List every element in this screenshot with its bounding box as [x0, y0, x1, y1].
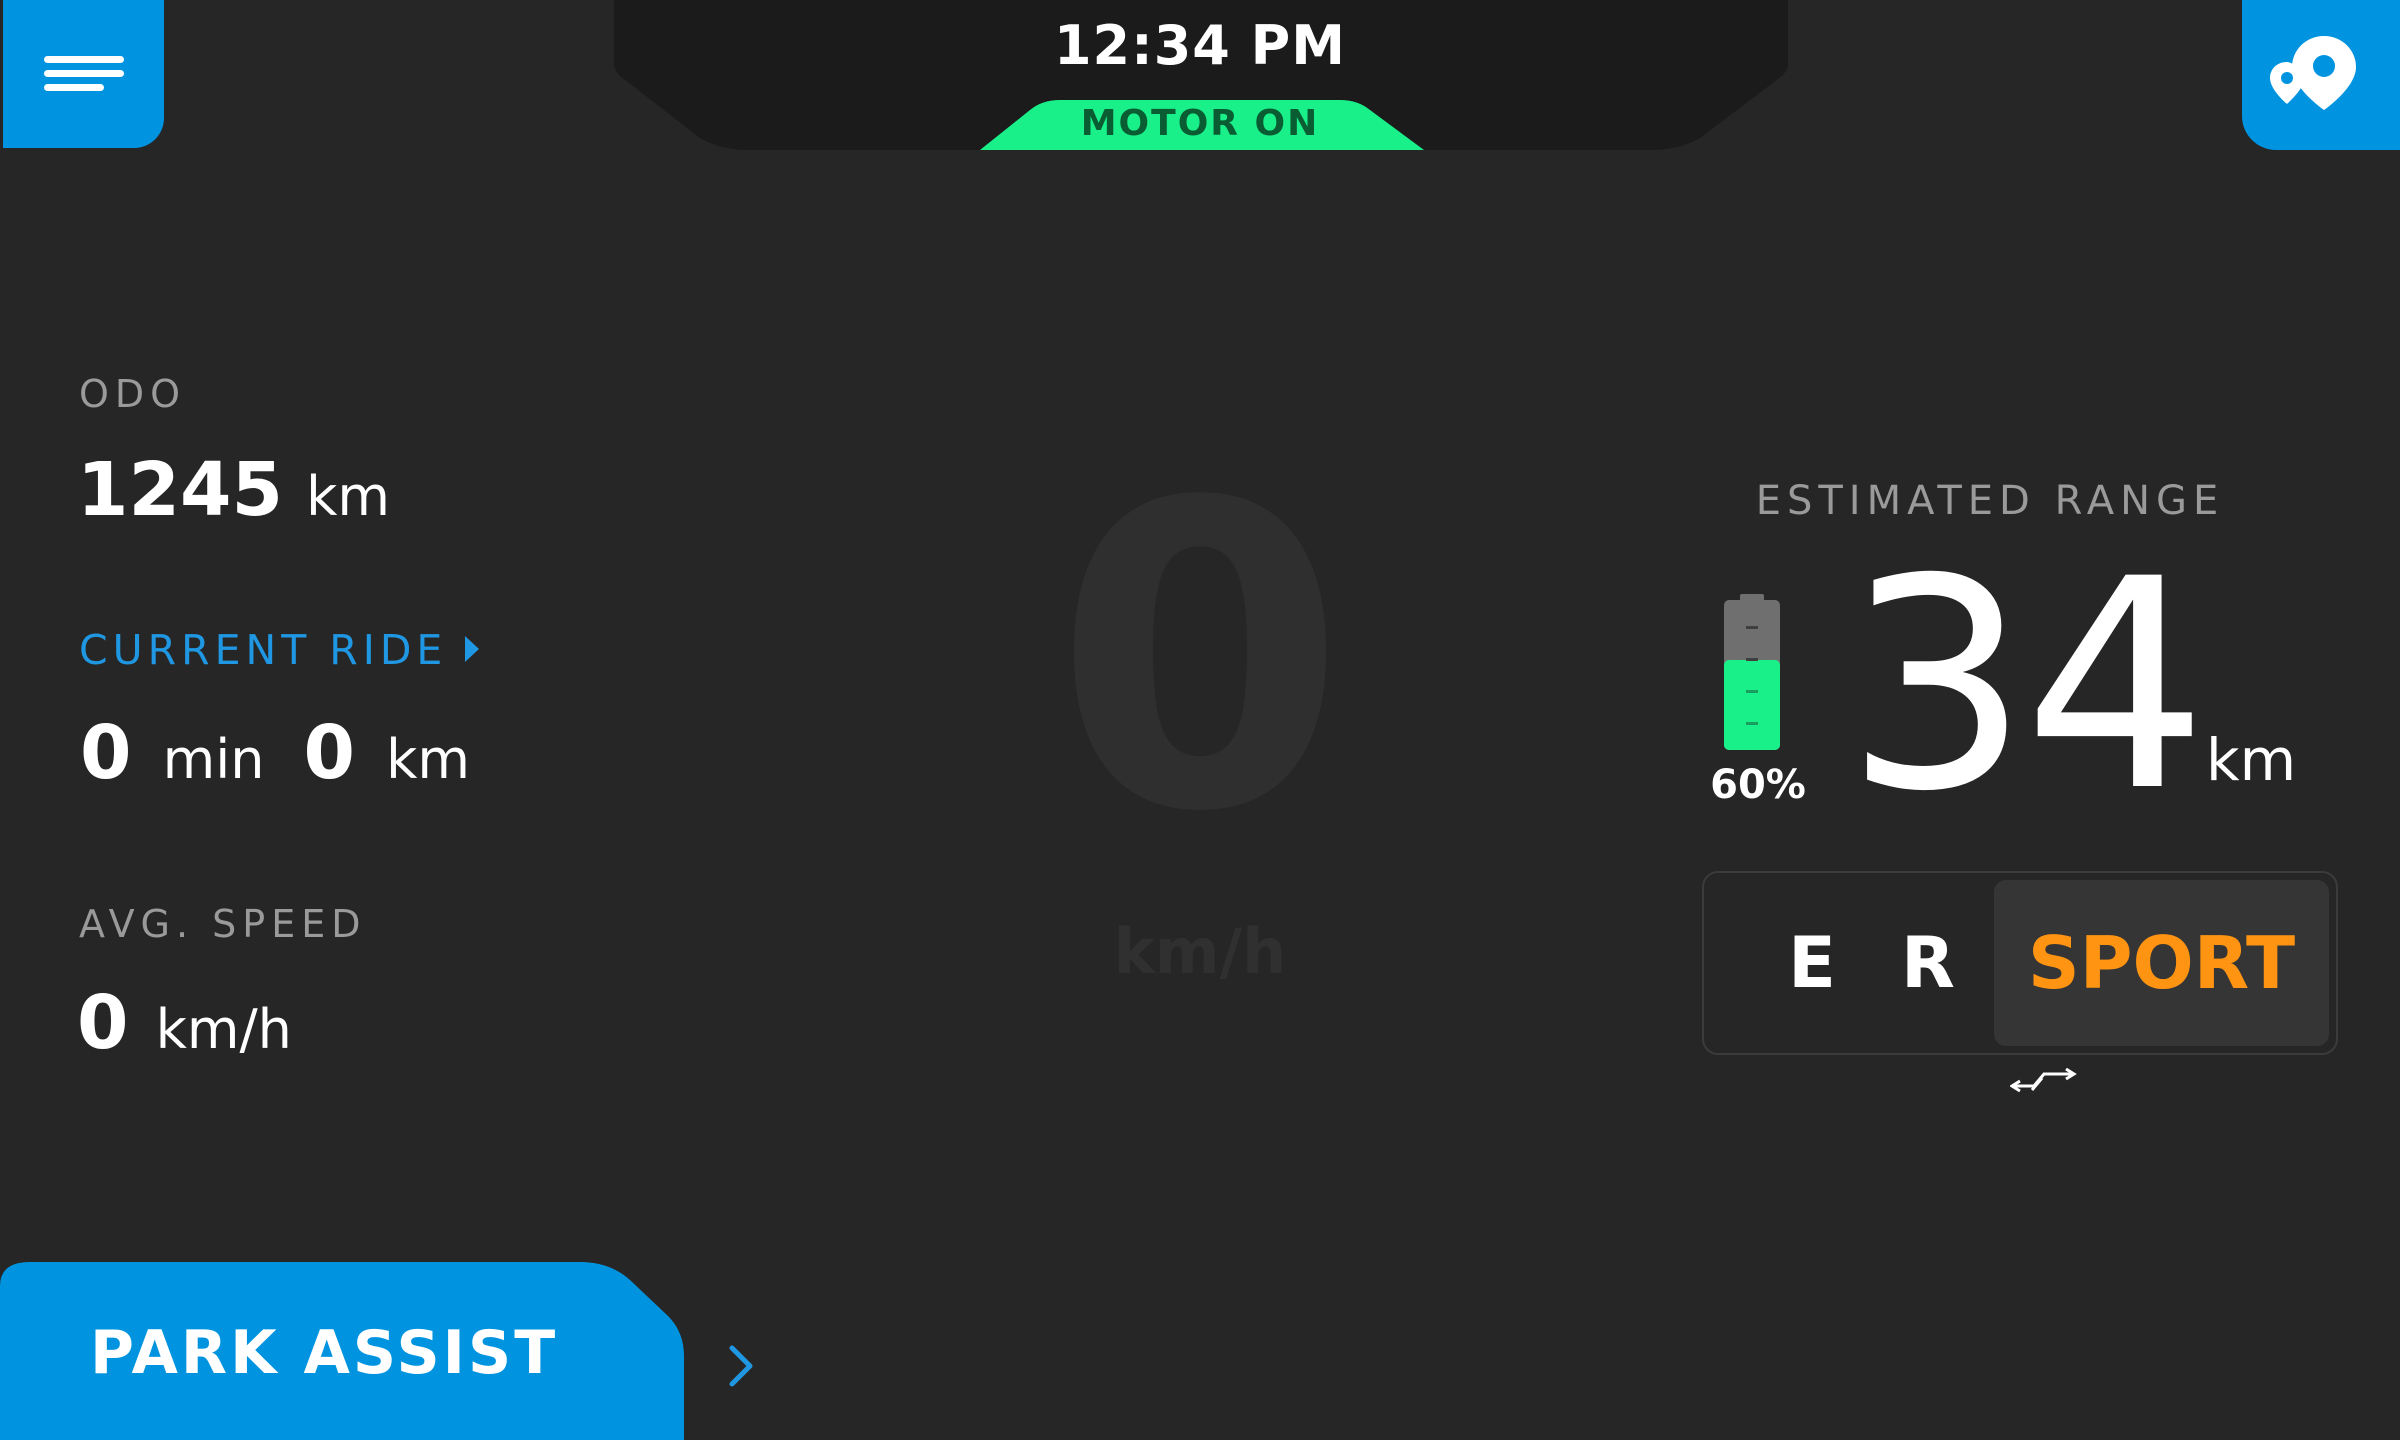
current-ride-reading: 0 min 0 km	[80, 710, 470, 796]
odo-label: ODO	[79, 372, 187, 416]
ride-minutes-value: 0	[80, 710, 132, 796]
odo-value: 1245	[77, 447, 283, 533]
mode-e-button[interactable]: E	[1762, 873, 1862, 1053]
battery-percent: 60%	[1710, 762, 1806, 808]
battery-level-fill	[1724, 660, 1780, 750]
ride-minutes-unit: min	[162, 728, 265, 791]
mode-sport-button[interactable]: SPORT	[1994, 880, 2329, 1046]
current-ride-link[interactable]: CURRENT RIDE	[79, 626, 480, 674]
chevron-right-icon[interactable]	[726, 1344, 756, 1388]
avg-speed-reading: 0 km/h	[77, 980, 292, 1066]
ride-distance-unit: km	[386, 728, 470, 791]
battery-icon	[1724, 594, 1780, 750]
avg-speed-value: 0	[77, 980, 129, 1066]
park-assist-label[interactable]: PARK ASSIST	[90, 1318, 558, 1388]
caret-right-icon	[465, 636, 480, 662]
odo-reading: 1245 km	[77, 447, 390, 533]
speed-value: 0	[1053, 415, 1347, 904]
ride-mode-selector: E R SPORT	[1702, 871, 2338, 1055]
avg-speed-unit: km/h	[155, 998, 292, 1061]
clock-time: 12:34 PM	[1053, 14, 1346, 77]
motor-status-badge: MOTOR ON	[1080, 103, 1320, 144]
range-unit: km	[2206, 726, 2297, 794]
mode-switch-arrows-icon[interactable]	[2010, 1068, 2080, 1094]
range-value: 34	[1845, 518, 2208, 855]
avg-speed-label: AVG. SPEED	[79, 902, 367, 946]
map-location-pin-icon	[2270, 36, 2356, 110]
ride-distance-value: 0	[303, 710, 356, 796]
speed-unit: km/h	[1113, 915, 1287, 988]
dashboard-screen: 12:34 PM MOTOR ON ODO 1245 km CURRENT RI…	[0, 0, 2400, 1440]
mode-r-button[interactable]: R	[1878, 873, 1978, 1053]
current-ride-label: CURRENT RIDE	[79, 626, 448, 674]
map-button[interactable]	[2242, 0, 2400, 150]
odo-unit: km	[306, 465, 390, 528]
menu-button[interactable]	[3, 0, 164, 148]
